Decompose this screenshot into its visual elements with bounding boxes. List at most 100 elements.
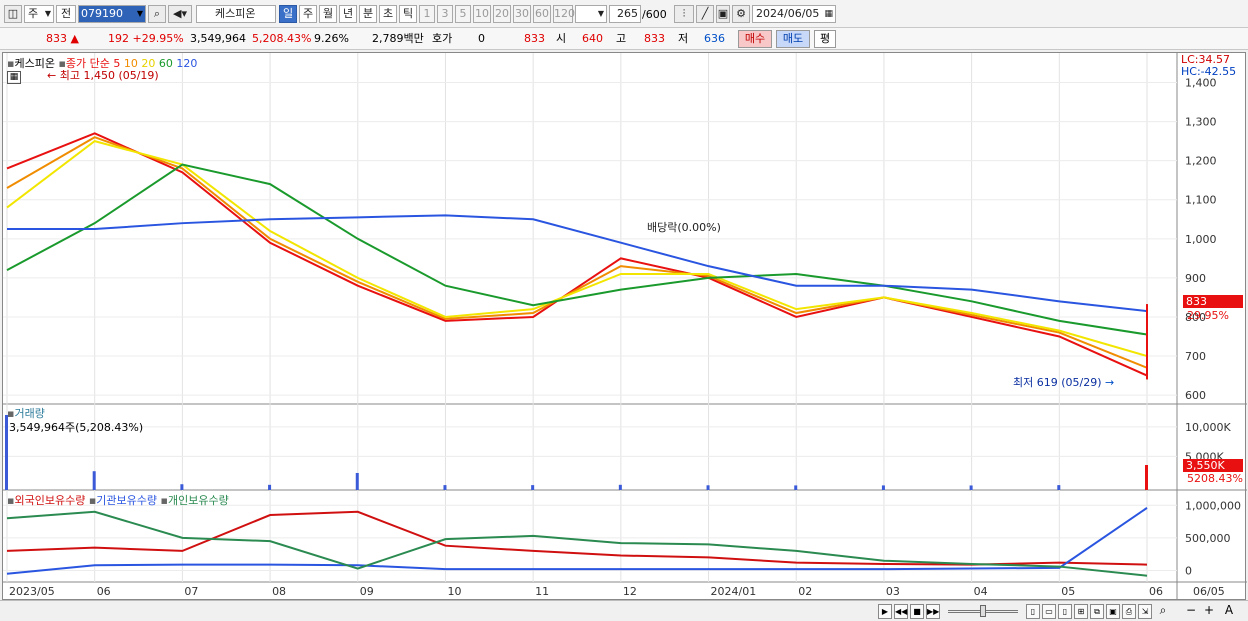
image-icon[interactable]: ▣ (1106, 604, 1120, 619)
ma-10-line (6, 136, 1148, 369)
high-annotation: ← 최고 1,450 (05/19) (47, 69, 159, 82)
count-input[interactable]: 265 (609, 5, 641, 23)
tab-second[interactable]: 초 (379, 5, 397, 23)
x-tick-label: 06 (1149, 585, 1163, 598)
grid-icon[interactable]: ⊞ (1074, 604, 1088, 619)
x-tick-label: 05 (1061, 585, 1075, 598)
tab-month[interactable]: 월 (319, 5, 337, 23)
stock-name-field[interactable]: 케스피온 (196, 5, 276, 23)
x-tick-label: 11 (535, 585, 549, 598)
x-tick-label: 12 (623, 585, 637, 598)
y-tick-label: 1,400 (1185, 77, 1217, 90)
interval-30[interactable]: 30 (513, 5, 531, 23)
magnifier-icon[interactable]: ⌕ (1156, 604, 1170, 619)
stock-code-input[interactable]: 079190 ▼ (78, 5, 146, 23)
tab-day[interactable]: 일 (279, 5, 297, 23)
x-tick-label: 08 (272, 585, 286, 598)
speaker-icon[interactable]: ◀▾ (168, 5, 192, 23)
chevron-down-icon: ▼ (597, 9, 604, 18)
ma-20-line (6, 140, 1148, 357)
eval-button[interactable]: 평 (814, 30, 836, 48)
grid-toggle-icon[interactable]: ▦ (7, 71, 21, 84)
x-tick-label: 06 (97, 585, 111, 598)
volume-bar (618, 484, 622, 490)
date-input[interactable]: 2024/06/05 ▦ (752, 5, 836, 23)
volume-tag: 3,550K (1183, 459, 1243, 472)
fit-icon[interactable]: ▭ (1042, 604, 1056, 619)
chart-navigation-bar: ▶ ◀◀ ■ ▶▶ ▯ ▭ ▯ ⊞ ⧉ ▣ ⎙ ⇲ ⌕ − + A (0, 600, 1248, 621)
save-icon[interactable]: ▣ (716, 5, 730, 23)
turnover: 9.26% (314, 32, 349, 45)
ma-5-line (6, 132, 1148, 377)
volume-bar (1145, 464, 1148, 490)
interval-120[interactable]: 120 (553, 5, 575, 23)
copy-icon[interactable]: ⧉ (1090, 604, 1104, 619)
hoga-value: 0 (478, 32, 485, 45)
export-icon[interactable]: ⇲ (1138, 604, 1152, 619)
split-icon[interactable]: ▯ (1058, 604, 1072, 619)
interval-60[interactable]: 60 (533, 5, 551, 23)
volume-bar (92, 471, 96, 490)
chart-area[interactable]: 2023/05 06 07 08 09 10 11 12 2024/01 02 03 04 05 06 06… (2, 52, 1247, 601)
x-tick-label: 02 (798, 585, 812, 598)
scroll-right-icon[interactable]: ▶ (878, 604, 892, 619)
period-select[interactable]: 주 ▼ (24, 5, 54, 23)
up-arrow-icon: ▲ (70, 32, 79, 45)
compare-icon[interactable]: ▯ (1026, 604, 1040, 619)
ma-period-120: 120 (176, 57, 198, 70)
x-tick-label: 09 (360, 585, 374, 598)
x-tick-label: 10 (447, 585, 461, 598)
hoga-label: 호가 (432, 32, 453, 45)
stop-icon[interactable]: ■ (910, 604, 924, 619)
search-icon[interactable]: ⌕ (148, 5, 166, 23)
fast-forward-icon[interactable]: ▶▶ (926, 604, 940, 619)
x-tick-label: 04 (974, 585, 988, 598)
prev-button[interactable]: 전 (56, 5, 76, 23)
print-icon[interactable]: ⎙ (1122, 604, 1136, 619)
volume-bar (706, 485, 710, 490)
buy-button[interactable]: 매수 (738, 30, 772, 48)
y-tick-label: 600 (1185, 389, 1206, 402)
tab-week[interactable]: 주 (299, 5, 317, 23)
volume-bar (443, 485, 447, 490)
layout-icon[interactable]: ◫ (4, 5, 22, 23)
zoom-out-icon[interactable]: − (1184, 604, 1198, 619)
open-price: 640 (582, 32, 603, 45)
interval-custom-select[interactable]: ▼ (575, 5, 607, 23)
rewind-icon[interactable]: ◀◀ (894, 604, 908, 619)
interval-3[interactable]: 3 (437, 5, 453, 23)
date-value: 2024/06/05 (756, 7, 820, 20)
y-tick-label: 10,000K (1185, 421, 1231, 434)
volume-bar (268, 484, 272, 490)
interval-5[interactable]: 5 (455, 5, 471, 23)
volume-bar (794, 485, 798, 490)
interval-1[interactable]: 1 (419, 5, 435, 23)
candle-icon[interactable]: ⫶ (674, 5, 694, 23)
tab-tick[interactable]: 틱 (399, 5, 417, 23)
high-price: 833 (644, 32, 665, 45)
volume: 3,549,964 (190, 32, 246, 45)
quote-bar: 833 ▲ 192 +29.95% 3,549,964 5,208.43% 9.… (0, 28, 1248, 50)
chevron-down-icon: ▼ (136, 9, 143, 18)
last-price-tag: 833 (1183, 295, 1243, 308)
zoom-in-icon[interactable]: + (1202, 604, 1216, 619)
interval-20[interactable]: 20 (493, 5, 511, 23)
ma-period-60: 60 (158, 57, 173, 70)
tab-year[interactable]: 년 (339, 5, 357, 23)
tab-minute[interactable]: 분 (359, 5, 377, 23)
interval-10[interactable]: 10 (473, 5, 491, 23)
ma-60-line (6, 163, 1148, 336)
y-tick-label: 1,200 (1185, 155, 1217, 168)
sell-button[interactable]: 매도 (776, 30, 810, 48)
high-label: 고 (616, 32, 627, 45)
font-size-icon[interactable]: A (1222, 604, 1236, 619)
low-label: 저 (678, 32, 689, 45)
volume-pct-tag: 5208.43% (1187, 472, 1243, 485)
gear-icon[interactable]: ⚙ (732, 5, 750, 23)
zoom-slider-handle[interactable] (980, 605, 986, 617)
chart-svg: 2023/05 06 07 08 09 10 11 12 2024/01 02 03 04 05 06 06… (3, 53, 1247, 601)
draw-tool-icon[interactable]: ╱ (696, 5, 714, 23)
volume-bar (969, 485, 973, 490)
volume-note: 3,549,964주(5,208.43%) (9, 421, 144, 434)
volume-bar (881, 485, 885, 490)
